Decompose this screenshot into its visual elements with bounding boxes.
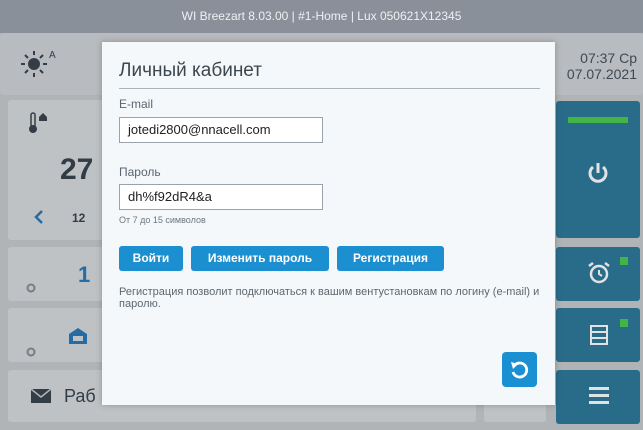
password-field[interactable]: dh%f92dR4&a xyxy=(119,184,323,210)
dialog-title: Личный кабинет xyxy=(119,60,262,81)
change-password-button[interactable]: Изменить пароль xyxy=(191,246,329,271)
account-dialog: Личный кабинет E-mail jotedi2800@nnacell… xyxy=(102,42,555,405)
window-title: WI Breezart 8.03.00 | #1-Home | Lux 0506… xyxy=(181,9,462,23)
password-label: Пароль xyxy=(119,165,161,179)
window-title-bar: WI Breezart 8.03.00 | #1-Home | Lux 0506… xyxy=(0,0,643,33)
refresh-button[interactable] xyxy=(502,352,537,387)
password-hint: От 7 до 15 символов xyxy=(119,215,206,225)
login-button[interactable]: Войти xyxy=(119,246,183,271)
title-divider xyxy=(119,88,540,89)
email-field[interactable]: jotedi2800@nnacell.com xyxy=(119,117,323,143)
email-label: E-mail xyxy=(119,97,154,111)
registration-note: Регистрация позволит подключаться к ваши… xyxy=(119,286,540,310)
register-button[interactable]: Регистрация xyxy=(337,246,444,271)
refresh-icon xyxy=(509,359,530,380)
